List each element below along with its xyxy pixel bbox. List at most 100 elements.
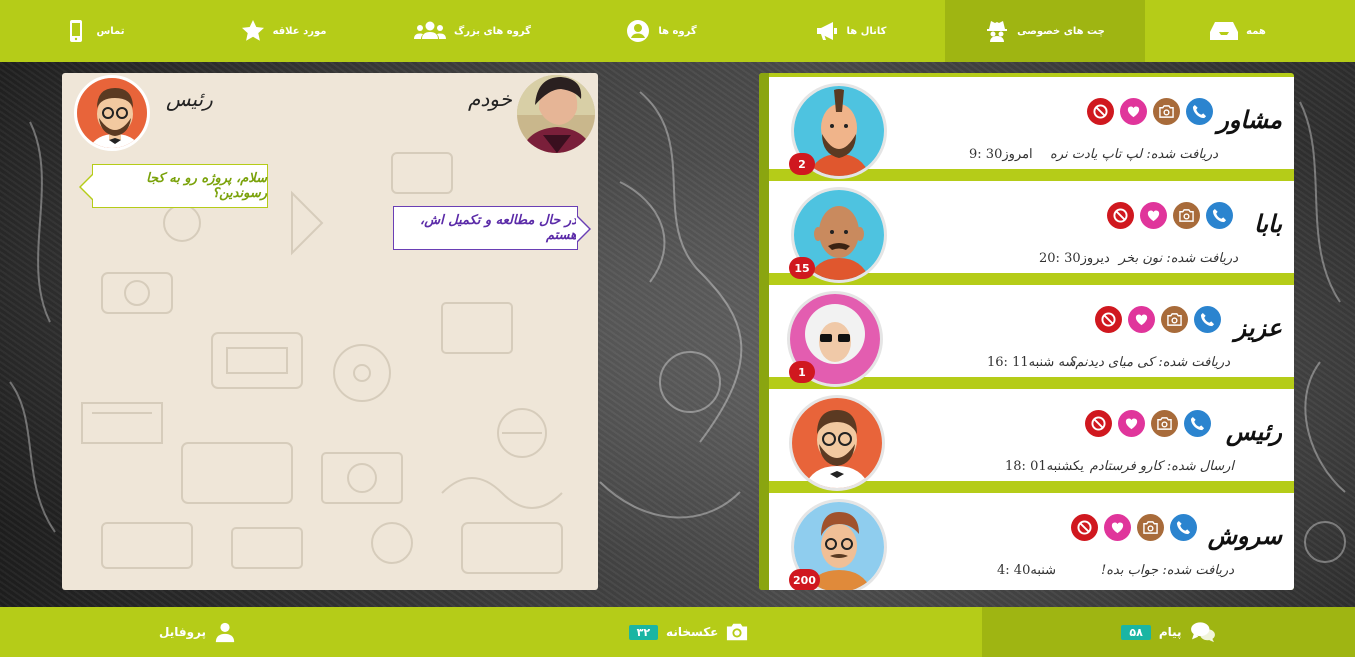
nav-label: گروه های بزرگ	[454, 25, 531, 37]
message-time: یکشنبه01 :18	[1005, 459, 1084, 474]
nav-all[interactable]: همه	[1145, 0, 1331, 62]
message-time: امروز30 :9	[969, 147, 1033, 162]
my-name: خودم	[468, 87, 512, 111]
chat-bubbles-icon	[1190, 622, 1215, 643]
megaphone-icon	[816, 22, 837, 40]
boss-avatar-illustration	[792, 398, 882, 488]
last-message: دریافت شده: کی میای دیدنم؟	[1068, 355, 1230, 370]
messages-button[interactable]: ۵۸ پیام	[982, 607, 1355, 657]
phone-icon	[1200, 312, 1215, 327]
unread-count-badge: 15	[789, 257, 815, 279]
phone-icon	[1176, 520, 1191, 535]
contact-actions	[1087, 98, 1213, 125]
like-button[interactable]	[1140, 202, 1167, 229]
my-photo	[517, 75, 595, 153]
nav-label: گروه ها	[658, 25, 697, 37]
block-icon	[1091, 416, 1106, 431]
contact-item[interactable]: 1 عزیز دریافت شده: کی میای دیدنم؟ سه شنب…	[769, 285, 1294, 387]
like-button[interactable]	[1104, 514, 1131, 541]
gallery-button[interactable]: ۳۲ عکسخانه	[395, 607, 982, 657]
last-message: ارسال شده: کارو فرستادم	[1089, 459, 1234, 474]
nav-label: چت های خصوصی	[1017, 25, 1105, 37]
profile-label: پروفایل	[158, 625, 206, 639]
unread-count-badge: 200	[789, 569, 820, 590]
last-message: دریافت شده: نون بخر	[1119, 251, 1238, 266]
nav-contacts[interactable]: تماس	[0, 0, 189, 62]
contact-actions	[1071, 514, 1197, 541]
photo-button[interactable]	[1153, 98, 1180, 125]
message-time: دیروز30 :20	[1039, 251, 1110, 266]
outgoing-message-bubble: در حال مطالعه و تکمیل اش، هستم	[393, 206, 591, 250]
contact-name: عزیز	[1234, 313, 1282, 342]
profile-button[interactable]: پروفایل	[0, 607, 395, 657]
like-button[interactable]	[1128, 306, 1155, 333]
nav-private-chats[interactable]: چت های خصوصی	[945, 0, 1145, 62]
call-button[interactable]	[1186, 98, 1213, 125]
user-circle-icon	[627, 20, 650, 42]
like-button[interactable]	[1118, 410, 1145, 437]
nav-favorites[interactable]: مورد علاقه	[189, 0, 378, 62]
like-button[interactable]	[1120, 98, 1147, 125]
my-avatar[interactable]	[517, 75, 595, 153]
contact-avatar[interactable]	[74, 75, 150, 151]
nav-channels[interactable]: کانال ها	[756, 0, 945, 62]
doodle-pattern	[81, 152, 563, 574]
block-icon	[1077, 520, 1092, 535]
last-message: دریافت شده: لپ تاپ یادت نره	[1050, 147, 1218, 162]
contact-item[interactable]: 15 بابا دریافت شده: نون بخر دیروز30 :20	[769, 181, 1294, 283]
photo-button[interactable]	[1173, 202, 1200, 229]
contact-list-panel: 2 مشاور دریافت شده: لپ تاپ یادت نره امرو…	[759, 73, 1294, 590]
nav-label: تماس	[96, 25, 125, 37]
photo-button[interactable]	[1151, 410, 1178, 437]
phone-icon	[1190, 416, 1205, 431]
block-button[interactable]	[1085, 410, 1112, 437]
incoming-message-bubble: سلام، پروژه رو به کجا رسوندین؟	[79, 164, 268, 208]
contact-actions	[1107, 202, 1233, 229]
message-text: سلام، پروژه رو به کجا رسوندین؟	[146, 171, 267, 201]
last-message: دریافت شده: جواب بده!	[1100, 563, 1234, 578]
contact-item[interactable]: 200 سروش دریافت شده: جواب بده! شنبه40 :4	[769, 493, 1294, 590]
camera-icon	[727, 623, 748, 641]
message-time: سه شنبه11 :16	[987, 355, 1077, 370]
call-button[interactable]	[1206, 202, 1233, 229]
nav-label: کانال ها	[846, 25, 887, 37]
user-icon	[215, 622, 235, 643]
heart-icon	[1127, 106, 1140, 118]
block-button[interactable]	[1095, 306, 1122, 333]
bottom-bar: پروفایل ۳۲ عکسخانه ۵۸ پیام	[0, 607, 1355, 657]
unread-count-badge: 2	[789, 153, 815, 175]
block-icon	[1113, 208, 1128, 223]
contact-name: سروش	[1207, 521, 1282, 550]
messages-label: پیام	[1158, 625, 1182, 639]
block-button[interactable]	[1107, 202, 1134, 229]
photo-button[interactable]	[1137, 514, 1164, 541]
contact-item[interactable]: 2 مشاور دریافت شده: لپ تاپ یادت نره امرو…	[769, 77, 1294, 179]
contact-avatar	[789, 395, 885, 491]
nav-supergroups[interactable]: گروه های بزرگ	[378, 0, 567, 62]
block-button[interactable]	[1087, 98, 1114, 125]
unread-count-badge: 1	[789, 361, 815, 383]
nav-label: مورد علاقه	[272, 25, 327, 37]
contact-name: مشاور	[1217, 105, 1282, 134]
inbox-icon	[1210, 22, 1239, 40]
block-button[interactable]	[1071, 514, 1098, 541]
heart-icon	[1111, 522, 1124, 534]
nav-label: همه	[1246, 25, 1266, 37]
contact-item[interactable]: رئیس ارسال شده: کارو فرستادم یکشنبه01 :1…	[769, 389, 1294, 491]
call-button[interactable]	[1194, 306, 1221, 333]
photo-button[interactable]	[1161, 306, 1188, 333]
contact-name: بابا	[1254, 209, 1282, 238]
phone-icon	[1192, 104, 1207, 119]
contact-name: رئیس	[1225, 417, 1282, 446]
phone-icon	[1212, 208, 1227, 223]
call-button[interactable]	[1170, 514, 1197, 541]
camera-icon	[1167, 313, 1182, 326]
block-icon	[1093, 104, 1108, 119]
chat-conversation-panel: خودم رئیس سلام، پروژه رو به کجا رسوندین؟…	[62, 73, 598, 590]
users-icon	[414, 21, 447, 39]
block-icon	[1101, 312, 1116, 327]
nav-groups[interactable]: گروه ها	[567, 0, 756, 62]
camera-icon	[1143, 521, 1158, 534]
heart-icon	[1135, 314, 1148, 326]
call-button[interactable]	[1184, 410, 1211, 437]
